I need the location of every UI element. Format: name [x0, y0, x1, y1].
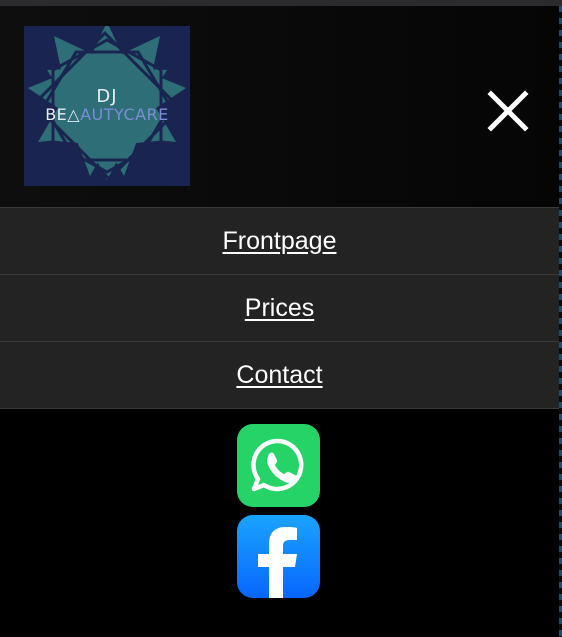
header: DJ BE△AUTYCARE	[0, 6, 559, 207]
menu-item-contact[interactable]: Contact	[0, 341, 559, 409]
whatsapp-icon	[251, 438, 304, 492]
logo-text-prefix: BE	[45, 105, 68, 124]
menu-link-frontpage[interactable]: Frontpage	[223, 227, 337, 256]
whatsapp-button[interactable]	[237, 424, 320, 507]
close-icon	[487, 90, 529, 132]
menu-item-prices[interactable]: Prices	[0, 274, 559, 341]
triangle-glyph-icon: △	[67, 105, 81, 124]
logo-text-accent: AUTYCARE	[80, 105, 169, 124]
logo[interactable]: DJ BE△AUTYCARE	[24, 26, 190, 186]
nav-menu: Frontpage Prices Contact	[0, 207, 559, 409]
menu-link-contact[interactable]: Contact	[236, 361, 322, 390]
logo-text-line2: BE△AUTYCARE	[24, 105, 190, 124]
menu-item-frontpage[interactable]: Frontpage	[0, 207, 559, 274]
facebook-button[interactable]	[237, 515, 320, 598]
facebook-icon	[258, 527, 297, 598]
close-menu-button[interactable]	[483, 86, 533, 136]
menu-link-prices[interactable]: Prices	[245, 294, 314, 323]
logo-text-line1: DJ	[96, 86, 118, 107]
